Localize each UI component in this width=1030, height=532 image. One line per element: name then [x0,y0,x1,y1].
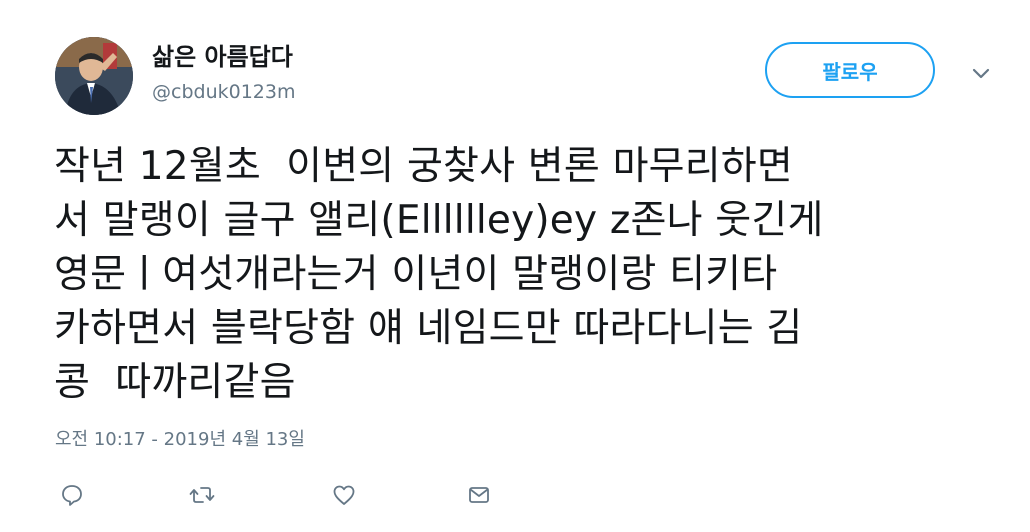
tweet-card: 삶은 아름답다 @cbduk0123m 팔로우 작년 12월초 이변의 궁찾사 … [0,0,1030,532]
display-name[interactable]: 삶은 아름답다 [152,42,293,72]
user-handle[interactable]: @cbduk0123m [152,80,295,104]
tweet-timestamp[interactable]: 오전 10:17 - 2019년 4월 13일 [55,428,305,452]
tweet-actions [55,478,555,512]
tweet-text: 작년 12월초 이변의 궁찾사 변론 마무리하면 서 말랭이 글구 앨리(Ell… [54,144,824,405]
retweet-icon[interactable] [185,478,219,512]
chevron-down-icon[interactable] [968,64,994,84]
follow-button[interactable]: 팔로우 [765,42,935,98]
avatar[interactable] [55,37,133,115]
heart-icon[interactable] [327,478,361,512]
envelope-icon[interactable] [462,478,496,512]
reply-icon[interactable] [55,478,89,512]
